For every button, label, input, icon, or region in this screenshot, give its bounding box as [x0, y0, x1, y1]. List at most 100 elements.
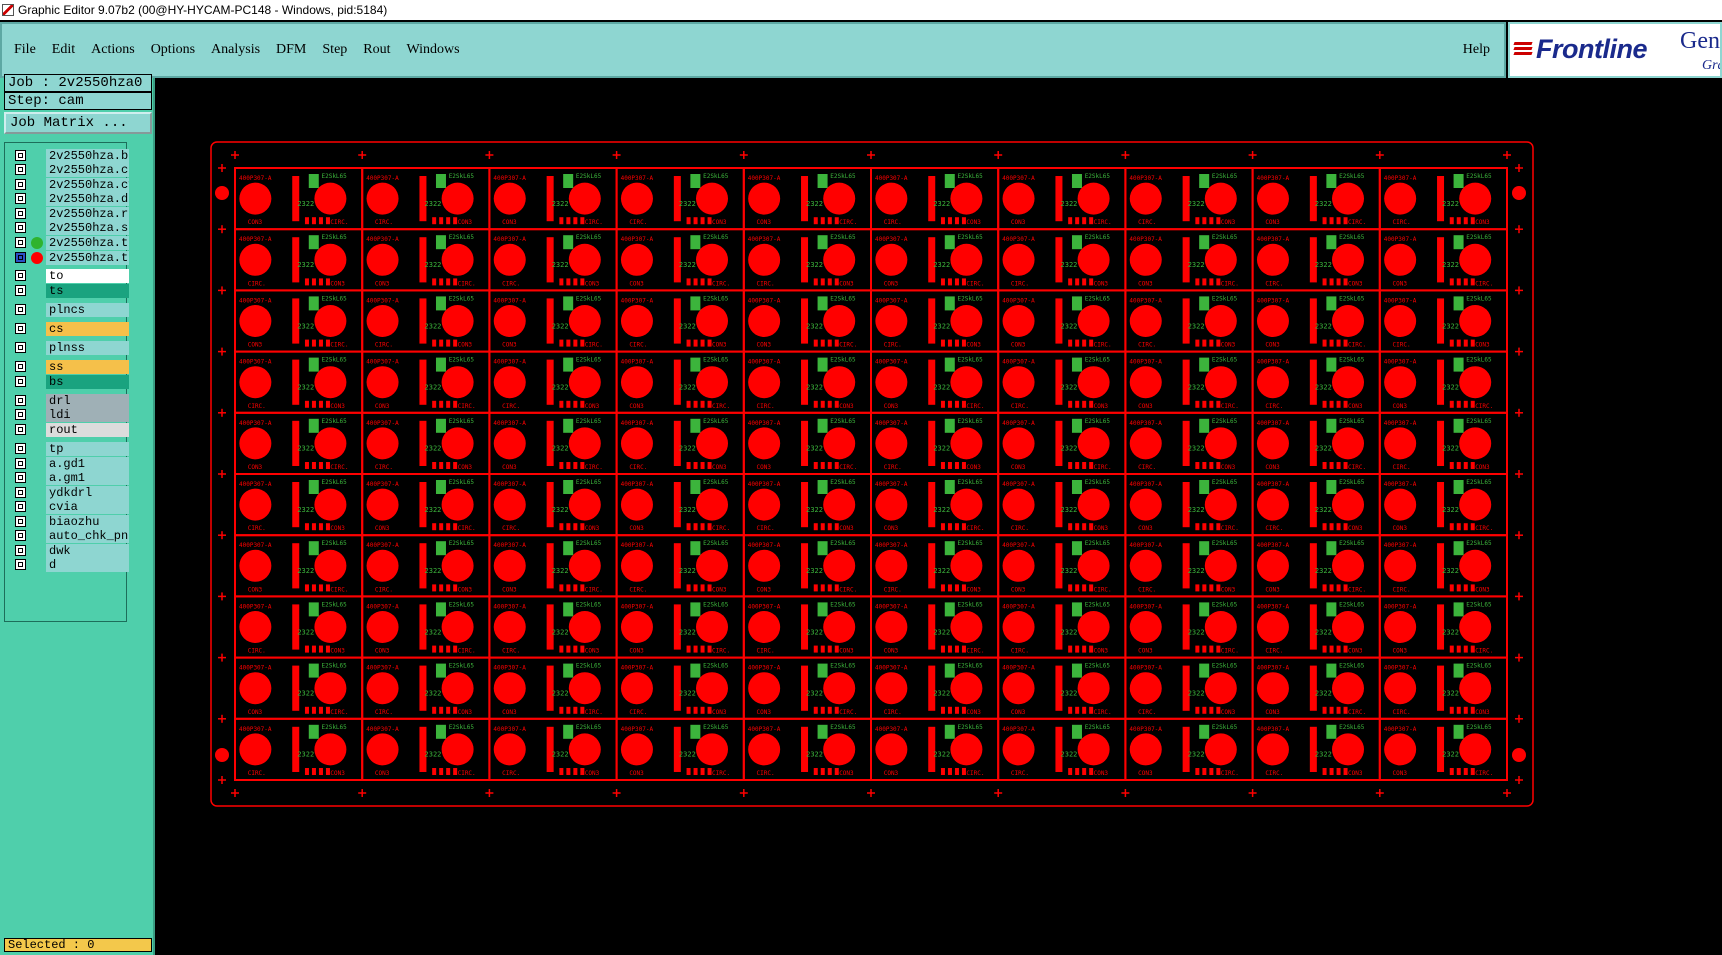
small-pad — [827, 278, 832, 286]
graphic-canvas[interactable]: 400P307-A E2SkL65 2322 CON3 CIRC. 400P307-A E2… — [155, 78, 1722, 955]
top-label: 400P307-A — [875, 603, 908, 610]
layer-checkbox[interactable] — [15, 487, 26, 498]
layer-name[interactable]: 2v2550hza.cs — [46, 163, 129, 177]
layer-row[interactable]: dwk — [9, 544, 129, 558]
menu-dfm[interactable]: DFM — [276, 42, 306, 58]
layer-row[interactable]: drl — [9, 394, 129, 408]
layer-name[interactable]: a.gm1 — [46, 471, 129, 485]
layer-checkbox[interactable] — [15, 237, 26, 248]
layer-row[interactable]: 2v2550hza.ro — [9, 207, 129, 221]
layer-row[interactable]: 2v2550hza.cs — [9, 163, 129, 177]
layer-checkbox[interactable] — [15, 559, 26, 570]
layer-checkbox[interactable] — [15, 516, 26, 527]
menu-options[interactable]: Options — [151, 42, 195, 58]
layer-name[interactable]: 2v2550hza.dr — [46, 192, 129, 206]
layer-row[interactable]: ss — [9, 360, 129, 374]
layer-name[interactable]: biaozhu — [46, 515, 129, 529]
layer-name[interactable]: 2v2550hza.cv — [46, 178, 129, 192]
menu-edit[interactable]: Edit — [52, 42, 75, 58]
layer-row[interactable]: a.gd1 — [9, 457, 129, 471]
job-matrix-button[interactable]: Job Matrix ... — [4, 112, 152, 134]
menu-actions[interactable]: Actions — [91, 42, 135, 58]
layer-name[interactable]: plncs — [46, 303, 129, 317]
small-pad — [580, 768, 585, 775]
layer-row[interactable]: to — [9, 269, 129, 283]
layer-checkbox[interactable] — [15, 376, 26, 387]
layer-checkbox[interactable] — [15, 193, 26, 204]
layer-checkbox[interactable] — [15, 342, 26, 353]
layer-checkbox[interactable] — [15, 395, 26, 406]
menu-help[interactable]: Help — [1463, 42, 1490, 58]
layer-name[interactable]: cs — [46, 322, 129, 336]
layer-checkbox[interactable] — [15, 409, 26, 420]
layer-name[interactable]: a.gd1 — [46, 457, 129, 471]
layer-checkbox[interactable] — [15, 424, 26, 435]
layer-checkbox[interactable] — [15, 472, 26, 483]
bottom-label: CIRC. — [330, 219, 348, 226]
layer-row[interactable]: ydkdrl — [9, 486, 129, 500]
layer-name[interactable]: dwk — [46, 544, 129, 558]
layer-row[interactable]: rout — [9, 423, 129, 437]
layer-name[interactable]: bs — [46, 375, 129, 389]
layer-row[interactable]: cvia — [9, 500, 129, 514]
layer-name[interactable]: d — [46, 558, 129, 572]
layer-name[interactable]: ss — [46, 360, 129, 374]
layer-row[interactable]: bs — [9, 375, 129, 389]
layer-name[interactable]: ts — [46, 284, 129, 298]
layer-row[interactable]: auto_chk_pn — [9, 529, 129, 543]
layer-name[interactable]: 2v2550hza.bo — [46, 149, 129, 163]
menu-step[interactable]: Step — [322, 42, 347, 58]
layer-row[interactable]: plncs — [9, 303, 129, 317]
layer-checkbox[interactable] — [15, 304, 26, 315]
layer-name[interactable]: rout — [46, 423, 129, 437]
menu-rout[interactable]: Rout — [363, 42, 390, 58]
small-pad — [1449, 400, 1454, 408]
layer-row[interactable]: biaozhu — [9, 515, 129, 529]
layer-checkbox[interactable] — [15, 323, 26, 334]
layer-name[interactable]: ldi — [46, 408, 129, 422]
layer-row[interactable]: 2v2550hza.cv — [9, 178, 129, 192]
layer-checkbox[interactable] — [15, 530, 26, 541]
layer-name[interactable]: 2v2550hza.ts — [46, 251, 129, 265]
menu-analysis[interactable]: Analysis — [211, 42, 260, 58]
layer-checkbox[interactable] — [15, 285, 26, 296]
menu-file[interactable]: File — [14, 42, 36, 58]
layer-name[interactable]: 2v2550hza.ro — [46, 207, 129, 221]
layer-checkbox[interactable] — [15, 164, 26, 175]
layer-row[interactable]: 2v2550hza.bo — [9, 149, 129, 163]
layer-row[interactable]: ldi — [9, 408, 129, 422]
layer-checkbox[interactable] — [15, 252, 26, 263]
layer-name[interactable]: 2v2550hza.to — [46, 236, 129, 250]
layer-checkbox[interactable] — [15, 361, 26, 372]
layer-checkbox[interactable] — [15, 150, 26, 161]
layer-name[interactable]: 2v2550hza.ss — [46, 221, 129, 235]
layer-name[interactable]: ydkdrl — [46, 486, 129, 500]
layer-checkbox[interactable] — [15, 458, 26, 469]
layer-name[interactable]: cvia — [46, 500, 129, 514]
layer-row[interactable]: 2v2550hza.ss — [9, 221, 129, 235]
layer-row[interactable]: cs — [9, 322, 129, 336]
layer-name[interactable]: plnss — [46, 341, 129, 355]
layer-row[interactable]: ts — [9, 284, 129, 298]
layer-checkbox[interactable] — [15, 222, 26, 233]
top-label: 400P307-A — [239, 726, 272, 733]
layer-name[interactable]: tp — [46, 442, 129, 456]
layer-name[interactable]: drl — [46, 394, 129, 408]
menu-windows[interactable]: Windows — [407, 42, 460, 58]
layer-checkbox[interactable] — [15, 179, 26, 190]
layer-checkbox[interactable] — [15, 270, 26, 281]
layer-row[interactable]: tp — [9, 442, 129, 456]
layer-row[interactable]: 2v2550hza.dr — [9, 192, 129, 206]
layer-checkbox[interactable] — [15, 501, 26, 512]
layer-name[interactable]: to — [46, 269, 129, 283]
layer-row[interactable]: 2v2550hza.to — [9, 236, 129, 250]
layer-checkbox[interactable] — [15, 545, 26, 556]
layer-row[interactable]: a.gm1 — [9, 471, 129, 485]
layer-row[interactable]: d — [9, 558, 129, 572]
layer-checkbox[interactable] — [15, 208, 26, 219]
layer-row[interactable]: 2v2550hza.ts — [9, 251, 129, 265]
layer-name[interactable]: auto_chk_pn — [46, 529, 129, 543]
small-pad — [1343, 339, 1348, 347]
layer-checkbox[interactable] — [15, 443, 26, 454]
layer-row[interactable]: plnss — [9, 341, 129, 355]
